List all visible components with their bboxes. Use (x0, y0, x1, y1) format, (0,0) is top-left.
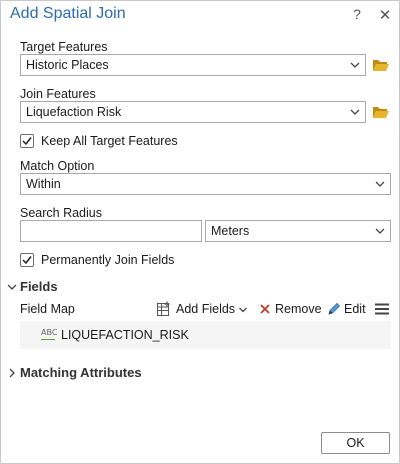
search-radius-input[interactable] (20, 220, 202, 242)
dialog-title: Add Spatial Join (10, 5, 126, 22)
ok-button[interactable]: OK (321, 432, 390, 454)
edit-label: Edit (344, 302, 366, 316)
add-fields-icon (157, 301, 170, 316)
search-radius-unit-value: Meters (211, 224, 250, 238)
browse-join-folder-button[interactable] (372, 104, 390, 120)
chevron-down-icon (375, 228, 385, 234)
fields-heading: Fields (20, 279, 58, 294)
folder-icon (373, 107, 389, 118)
title-bar: Add Spatial Join ? ✕ (1, 1, 399, 29)
pencil-icon (328, 302, 341, 315)
join-features-value: Liquefaction Risk (26, 105, 122, 119)
target-features-value: Historic Places (26, 58, 109, 72)
target-features-dropdown[interactable]: Historic Places (20, 54, 366, 76)
add-fields-label: Add Fields (176, 302, 236, 316)
keep-all-label: Keep All Target Features (41, 134, 178, 148)
field-map-list: ABC LIQUEFACTION_RISK (20, 321, 391, 349)
browse-target-folder-button[interactable] (372, 57, 390, 73)
field-map-label: Field Map (20, 302, 75, 316)
text-field-type-icon: ABC (41, 328, 58, 337)
checkbox-checked[interactable] (20, 253, 34, 267)
match-option-dropdown[interactable]: Within (20, 173, 391, 195)
add-spatial-join-dialog: Add Spatial Join ? ✕ Target Features His… (0, 0, 400, 464)
chevron-down-icon (350, 109, 360, 115)
permanently-join-label: Permanently Join Fields (41, 253, 175, 267)
chevron-down-icon (239, 307, 247, 313)
remove-label: Remove (275, 302, 322, 316)
close-button[interactable]: ✕ (377, 6, 393, 24)
hamburger-menu-icon (375, 303, 389, 315)
join-features-label: Join Features (20, 87, 96, 101)
chevron-right-icon (9, 368, 15, 378)
menu-button[interactable] (374, 300, 390, 318)
remove-x-icon (260, 304, 270, 314)
search-radius-unit-dropdown[interactable]: Meters (205, 220, 391, 242)
help-button[interactable]: ? (349, 6, 365, 24)
search-radius-label: Search Radius (20, 206, 102, 220)
match-option-value: Within (26, 177, 61, 191)
target-features-label: Target Features (20, 40, 108, 54)
field-type-underline (41, 339, 55, 340)
edit-button[interactable]: Edit (327, 300, 367, 318)
chevron-down-icon (350, 62, 360, 68)
checkmark-icon (22, 256, 32, 265)
join-features-dropdown[interactable]: Liquefaction Risk (20, 101, 366, 123)
folder-icon (373, 60, 389, 71)
match-option-label: Match Option (20, 159, 95, 173)
checkmark-icon (22, 137, 32, 146)
field-name: LIQUEFACTION_RISK (61, 328, 189, 342)
add-fields-button[interactable]: Add Fields (156, 300, 250, 318)
remove-button[interactable]: Remove (258, 300, 322, 318)
matching-attributes-heading: Matching Attributes (20, 365, 142, 380)
chevron-down-icon (375, 181, 385, 187)
checkbox-checked[interactable] (20, 134, 34, 148)
chevron-down-icon (7, 284, 17, 290)
